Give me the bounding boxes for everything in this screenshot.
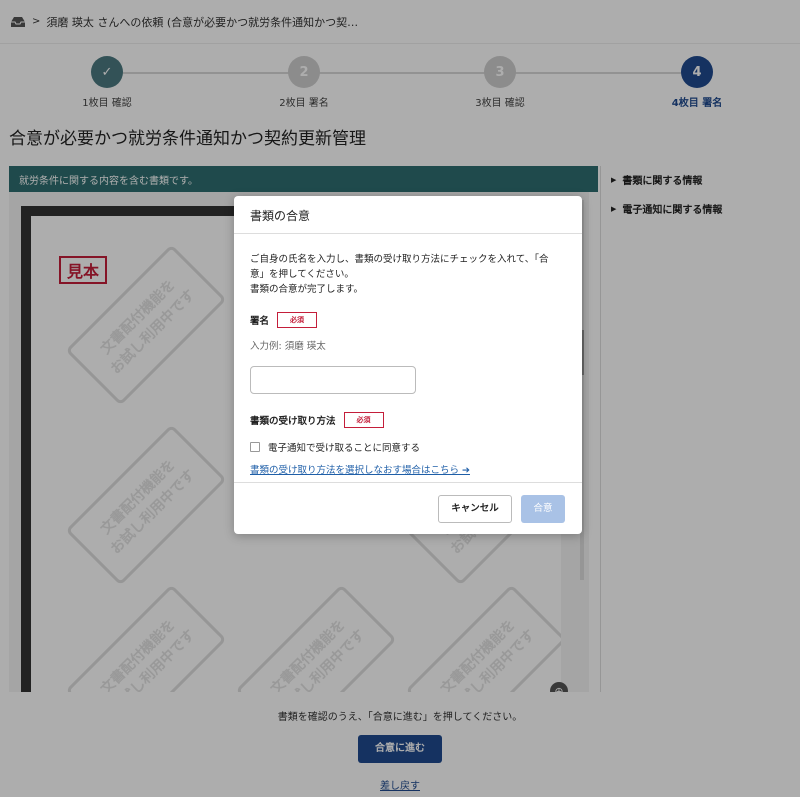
consent-checkbox-row[interactable]: 電子通知で受け取ることに同意する — [250, 440, 566, 454]
signature-name-input[interactable] — [250, 365, 416, 394]
required-badge: 必須 — [277, 311, 318, 328]
dialog-description-line3: 書類の合意が完了します。 — [250, 284, 364, 296]
agreement-dialog: 書類の合意 ご自身の氏名を入力し、書類の受け取り方法にチェックを入れて、「合 意… — [234, 196, 582, 534]
cancel-button[interactable]: キャンセル — [438, 495, 512, 523]
change-receive-method-link[interactable]: 書類の受け取り方法を選択しなおす場合はこちら ➔ — [250, 462, 566, 476]
dialog-description: ご自身の氏名を入力し、書類の受け取り方法にチェックを入れて、「合 意」を押してく… — [250, 252, 566, 298]
consent-label[interactable]: 電子通知で受け取ることに同意する — [268, 440, 420, 454]
dialog-description-line2: 意」を押してください。 — [250, 269, 354, 281]
required-badge: 必須 — [343, 411, 384, 428]
dialog-description-line1: ご自身の氏名を入力し、書類の受け取り方法にチェックを入れて、「合 — [250, 254, 549, 265]
signature-example: 入力例: 須磨 瑛太 — [250, 340, 326, 352]
consent-checkbox[interactable] — [250, 441, 260, 452]
signature-label: 署名 — [250, 315, 270, 327]
dialog-title: 書類の合意 — [234, 196, 582, 234]
dialog-footer: キャンセル 合意 — [234, 482, 582, 534]
receive-method-label: 書類の受け取り方法 — [250, 415, 336, 427]
signature-field-label: 署名 必須 — [250, 311, 566, 328]
agree-button[interactable]: 合意 — [521, 495, 565, 523]
dialog-body: ご自身の氏名を入力し、書類の受け取り方法にチェックを入れて、「合 意」を押してく… — [234, 234, 582, 476]
receive-method-label-row: 書類の受け取り方法 必須 — [250, 411, 566, 428]
